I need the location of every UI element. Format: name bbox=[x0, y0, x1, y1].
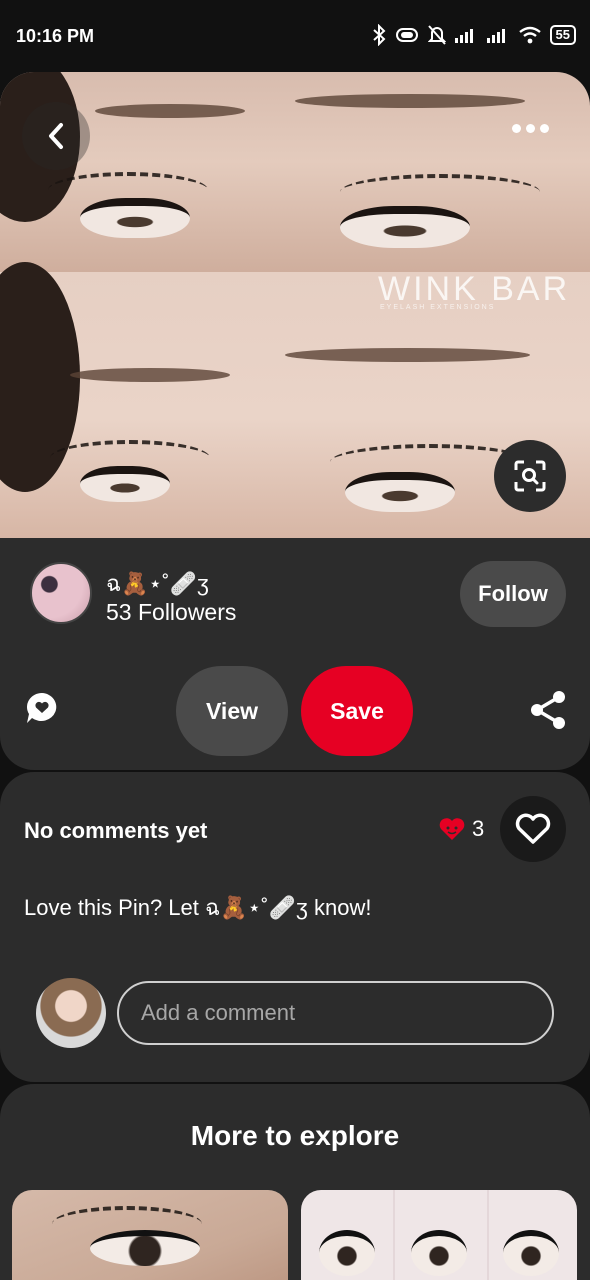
eye-left bbox=[80, 198, 190, 238]
view-button[interactable]: View bbox=[176, 666, 288, 756]
back-button[interactable] bbox=[22, 102, 90, 170]
status-icons: 55 bbox=[372, 24, 576, 46]
heart-face-icon bbox=[439, 818, 465, 840]
creator-followers: 53 Followers bbox=[106, 599, 237, 625]
comment-invite-text: Love this Pin? Let ฉ🧸⋆˚🩹ʒ know! bbox=[24, 895, 372, 920]
card-eye bbox=[319, 1230, 375, 1276]
eyebrow-left bbox=[95, 104, 245, 118]
visual-search-button[interactable] bbox=[494, 440, 566, 512]
more-dot bbox=[525, 123, 535, 133]
card-eye bbox=[411, 1230, 467, 1276]
save-button[interactable]: Save bbox=[301, 666, 413, 756]
mute-bell-icon bbox=[427, 25, 446, 45]
reaction-count: 3 bbox=[472, 816, 485, 841]
bluetooth-icon bbox=[372, 24, 385, 46]
signal-icon-2 bbox=[486, 29, 505, 43]
user-avatar bbox=[36, 978, 106, 1048]
more-to-explore-panel: More to explore bbox=[0, 1084, 590, 1280]
follow-button[interactable]: Follow bbox=[460, 561, 566, 627]
react-heart-button[interactable] bbox=[500, 796, 566, 862]
explore-pin-card[interactable] bbox=[12, 1190, 288, 1280]
reaction-summary[interactable]: 3 bbox=[438, 816, 484, 842]
eye-right bbox=[340, 206, 470, 248]
more-options-button[interactable] bbox=[500, 108, 560, 148]
status-bar: 10:16 PM 55 bbox=[0, 0, 590, 72]
comment-bubble-icon bbox=[26, 693, 57, 723]
pin-actions-panel: ฉ🧸⋆˚🩹ʒ 53 Followers Follow View Save bbox=[0, 538, 590, 770]
chevron-left-icon bbox=[49, 123, 63, 149]
eye-right bbox=[345, 472, 455, 512]
lens-search-icon bbox=[514, 460, 546, 492]
explore-pin-card[interactable] bbox=[301, 1190, 577, 1280]
battery-indicator: 55 bbox=[549, 25, 576, 45]
lashes-right bbox=[340, 174, 540, 210]
eyebrow-left bbox=[70, 368, 230, 382]
wifi-icon bbox=[518, 26, 541, 44]
vibrate-icon bbox=[395, 28, 418, 42]
explore-title: More to explore bbox=[190, 1120, 400, 1151]
creator-avatar[interactable] bbox=[30, 562, 92, 624]
eyebrow-right bbox=[295, 94, 525, 108]
more-dots-icon bbox=[511, 123, 521, 133]
card-eye bbox=[90, 1230, 200, 1266]
signal-icon-1 bbox=[454, 29, 473, 43]
creator-name[interactable]: ฉ🧸⋆˚🩹ʒ bbox=[106, 566, 209, 601]
status-time: 10:16 PM bbox=[16, 26, 95, 46]
share-icon bbox=[531, 691, 565, 729]
eye-left bbox=[80, 466, 170, 502]
comments-panel: No comments yet 3 Love this Pin? Let ฉ🧸⋆… bbox=[0, 772, 590, 1082]
comment-input[interactable] bbox=[117, 981, 554, 1045]
eyebrow-right bbox=[285, 348, 530, 362]
comments-title: No comments yet bbox=[24, 818, 208, 843]
watermark-subtitle: EYELASH EXTENSIONS bbox=[380, 304, 496, 311]
pin-image-top-half bbox=[0, 72, 590, 272]
pin-image[interactable]: WINK BAR EYELASH EXTENSIONS bbox=[0, 72, 590, 538]
card-eye bbox=[503, 1230, 559, 1276]
share-button[interactable] bbox=[526, 688, 570, 732]
heart-outline-icon bbox=[515, 813, 551, 844]
more-dot bbox=[539, 123, 549, 133]
comment-button[interactable] bbox=[22, 688, 62, 728]
